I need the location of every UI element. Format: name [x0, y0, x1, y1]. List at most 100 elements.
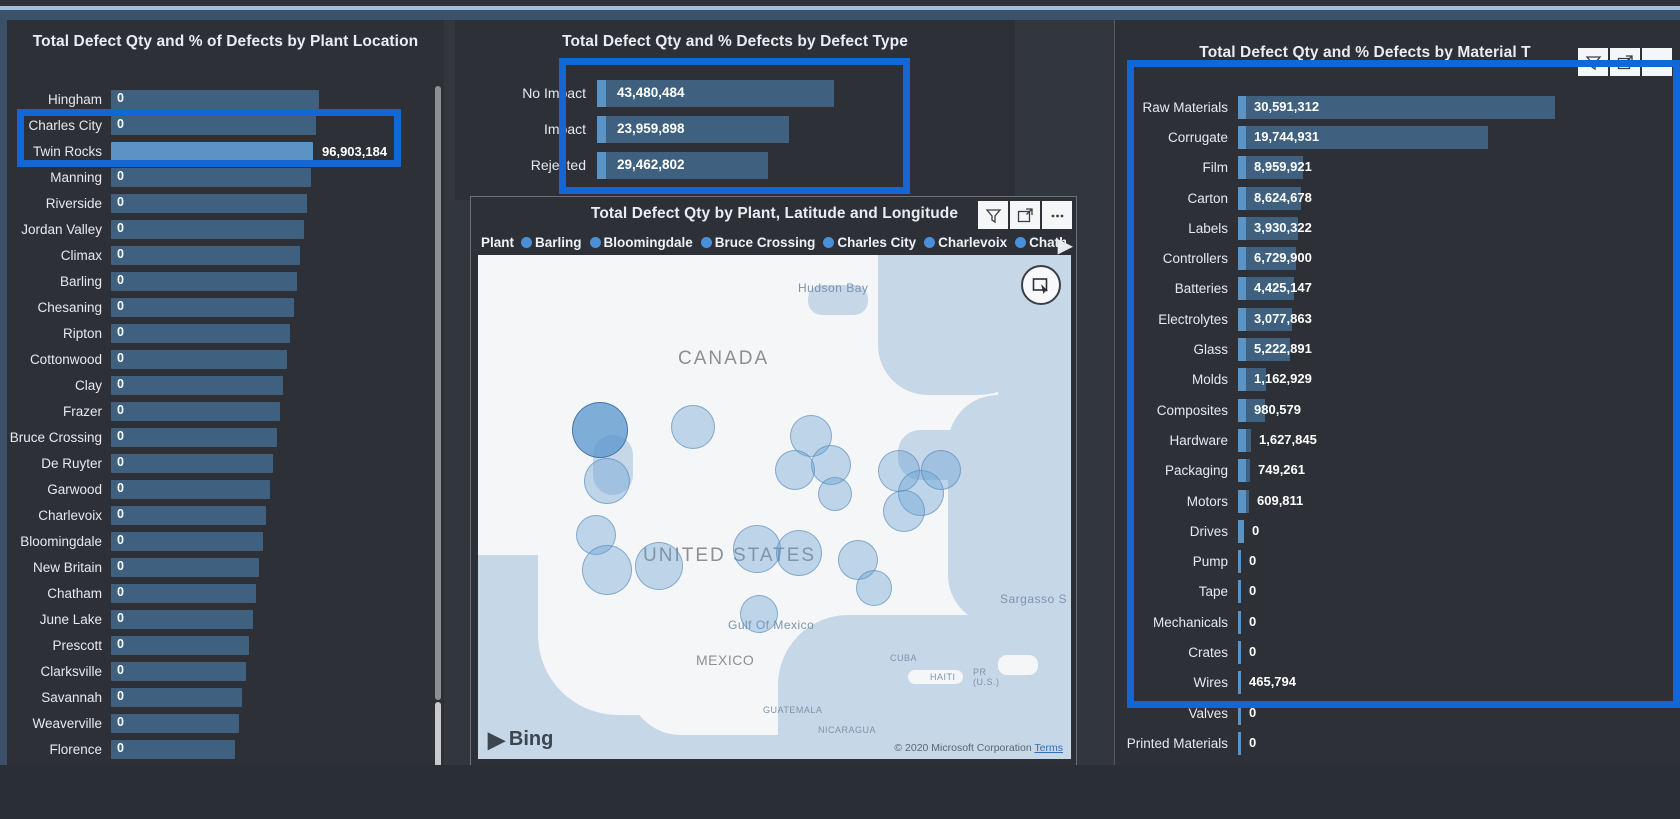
- material-type-row[interactable]: Molds 1,162,929: [1115, 365, 1675, 395]
- focus-mode-icon[interactable]: [1010, 201, 1040, 229]
- plant-bar-row[interactable]: Clay 0: [7, 372, 427, 398]
- plant-bar-row[interactable]: Jordan Valley 0: [7, 216, 427, 242]
- plant-bar-fill[interactable]: [111, 427, 277, 447]
- material-type-row[interactable]: Carton 8,624,678: [1115, 183, 1675, 213]
- plant-bar-row[interactable]: Frazer 0: [7, 398, 427, 424]
- material-type-row[interactable]: Drives 0: [1115, 516, 1675, 546]
- material-type-row[interactable]: Packaging 749,261: [1115, 456, 1675, 486]
- defect-type-bar[interactable]: 43,480,484: [597, 79, 834, 107]
- plant-bar-row[interactable]: Florence 0: [7, 736, 427, 762]
- scrollbar-track[interactable]: [435, 86, 441, 700]
- plant-bar-fill[interactable]: [111, 687, 242, 707]
- plant-bar-fill[interactable]: [111, 349, 287, 369]
- plant-bar-row[interactable]: June Lake 0: [7, 606, 427, 632]
- material-type-row[interactable]: Labels 3,930,322: [1115, 213, 1675, 243]
- map-bubble[interactable]: [776, 530, 822, 576]
- plant-map-visual[interactable]: Total Defect Qty by Plant, Latitude and …: [470, 196, 1077, 766]
- defect-type-visual[interactable]: Total Defect Qty and % Defects by Defect…: [455, 20, 1015, 200]
- material-type-bar[interactable]: 6,729,900: [1238, 247, 1312, 271]
- material-type-bar[interactable]: 5,222,891: [1238, 338, 1312, 362]
- plant-bar-row[interactable]: Clarksville 0: [7, 658, 427, 684]
- plant-bar-fill[interactable]: [111, 505, 266, 525]
- plant-bar-fill[interactable]: [111, 297, 294, 317]
- material-type-row[interactable]: Corrugate 19,744,931: [1115, 122, 1675, 152]
- plant-bar-fill[interactable]: [111, 479, 270, 499]
- map-bubble[interactable]: [856, 570, 892, 606]
- plant-bar-row[interactable]: Cottonwood 0: [7, 346, 427, 372]
- plant-bar-row[interactable]: Barling 0: [7, 268, 427, 294]
- material-type-bar[interactable]: 0: [1238, 580, 1256, 604]
- plant-location-visual[interactable]: Total Defect Qty and % of Defects by Pla…: [7, 20, 444, 772]
- focus-mode-icon[interactable]: [1610, 48, 1640, 76]
- plant-bar-row[interactable]: New Britain 0: [7, 554, 427, 580]
- material-type-bar[interactable]: 3,077,863: [1238, 307, 1312, 331]
- plant-bar-row[interactable]: Manning 0: [7, 164, 427, 190]
- material-type-bar[interactable]: 0: [1238, 640, 1256, 664]
- map-visual-header-icons[interactable]: [978, 201, 1072, 229]
- plant-bar-row[interactable]: Hingham 0: [7, 86, 427, 112]
- filter-icon[interactable]: [978, 201, 1008, 229]
- map-legend-item[interactable]: Charlevoix: [924, 235, 1007, 250]
- material-type-bar[interactable]: 980,579: [1238, 398, 1301, 422]
- map-bubble[interactable]: [572, 402, 628, 458]
- material-type-row[interactable]: Glass 5,222,891: [1115, 334, 1675, 364]
- plant-bar-fill[interactable]: [111, 557, 259, 577]
- plant-bar-row[interactable]: De Ruyter 0: [7, 450, 427, 476]
- plant-bar-fill[interactable]: [111, 115, 316, 135]
- map-bubble[interactable]: [740, 595, 778, 633]
- material-type-bar[interactable]: 19,744,931: [1238, 125, 1488, 149]
- map-legend-item[interactable]: Charles City: [823, 235, 916, 250]
- material-type-bar[interactable]: 1,627,845: [1238, 428, 1317, 452]
- material-type-bar-list[interactable]: Raw Materials 30,591,312 Corrugate 19,744,9…: [1115, 92, 1675, 759]
- map-bubble[interactable]: [582, 545, 632, 595]
- plant-bar-fill[interactable]: [111, 583, 256, 603]
- material-type-row[interactable]: Electrolytes 3,077,863: [1115, 304, 1675, 334]
- material-type-row[interactable]: Composites 980,579: [1115, 395, 1675, 425]
- plant-bar-row[interactable]: Ripton 0: [7, 320, 427, 346]
- material-type-bar[interactable]: 0: [1238, 701, 1256, 725]
- map-legend-item[interactable]: Barling: [521, 235, 582, 250]
- material-type-row[interactable]: Tape 0: [1115, 577, 1675, 607]
- map-bubble[interactable]: [775, 450, 815, 490]
- plant-bar-fill[interactable]: [111, 453, 273, 473]
- plant-bar-fill[interactable]: [111, 141, 313, 161]
- plant-bar-row[interactable]: Chesaning 0: [7, 294, 427, 320]
- plant-bar-fill[interactable]: [111, 323, 290, 343]
- map-bubble[interactable]: [671, 405, 715, 449]
- plant-bar-row[interactable]: Weaverville 0: [7, 710, 427, 736]
- plant-bar-row[interactable]: Savannah 0: [7, 684, 427, 710]
- material-type-bar[interactable]: 4,425,147: [1238, 277, 1312, 301]
- material-type-bar[interactable]: 465,794: [1238, 671, 1296, 695]
- map-bubble[interactable]: [733, 525, 781, 573]
- plant-bar-row[interactable]: Bloomingdale 0: [7, 528, 427, 554]
- material-type-row[interactable]: Film 8,959,921: [1115, 153, 1675, 183]
- material-type-row[interactable]: Controllers 6,729,900: [1115, 243, 1675, 273]
- plant-bar-row[interactable]: Charlevoix 0: [7, 502, 427, 528]
- scrollbar-thumb[interactable]: [435, 702, 441, 772]
- plant-bar-fill[interactable]: [111, 219, 304, 239]
- material-type-visual[interactable]: Total Defect Qty and % Defects by Materi…: [1114, 20, 1680, 765]
- plant-bar-row[interactable]: Climax 0: [7, 242, 427, 268]
- plant-bar-row[interactable]: Charles City 0: [7, 112, 427, 138]
- plant-bar-row[interactable]: Chatham 0: [7, 580, 427, 606]
- material-type-row[interactable]: Pump 0: [1115, 546, 1675, 576]
- map-select-tool-icon[interactable]: [1021, 265, 1061, 305]
- plant-bar-fill[interactable]: [111, 89, 319, 109]
- material-type-bar[interactable]: 749,261: [1238, 459, 1305, 483]
- defect-type-bar-list[interactable]: No Impact 43,480,484 Impact 23,959,898 Rejec…: [515, 75, 834, 183]
- material-type-bar[interactable]: 0: [1238, 610, 1256, 634]
- defect-type-row[interactable]: Rejected 29,462,802: [515, 147, 834, 183]
- defect-type-row[interactable]: Impact 23,959,898: [515, 111, 834, 147]
- more-options-icon[interactable]: [1642, 48, 1672, 76]
- plant-bar-fill[interactable]: [111, 609, 253, 629]
- material-type-row[interactable]: Motors 609,811: [1115, 486, 1675, 516]
- more-options-icon[interactable]: [1042, 201, 1072, 229]
- material-type-row[interactable]: Valves 0: [1115, 698, 1675, 728]
- material-type-row[interactable]: Raw Materials 30,591,312: [1115, 92, 1675, 122]
- map-bubble[interactable]: [921, 450, 961, 490]
- material-type-bar[interactable]: 0: [1238, 731, 1256, 755]
- defect-type-row[interactable]: No Impact 43,480,484: [515, 75, 834, 111]
- plant-bar-row[interactable]: Riverside 0: [7, 190, 427, 216]
- material-type-row[interactable]: Printed Materials 0: [1115, 728, 1675, 758]
- plant-bar-fill[interactable]: [111, 271, 297, 291]
